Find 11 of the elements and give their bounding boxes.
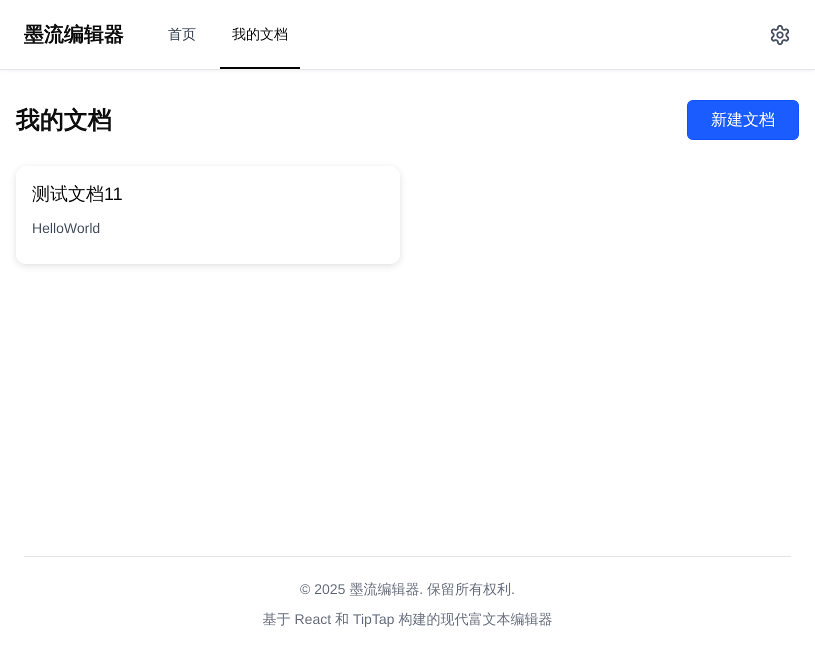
page-title: 我的文档	[16, 106, 112, 136]
footer-tagline: 基于 React 和 TipTap 构建的现代富文本编辑器	[262, 611, 552, 629]
app-logo[interactable]: 墨流编辑器	[24, 21, 124, 48]
new-document-button[interactable]: 新建文档	[687, 100, 799, 140]
settings-icon[interactable]	[769, 24, 791, 46]
document-title: 测试文档11	[32, 183, 124, 206]
document-card[interactable]: 测试文档11 HelloWorld	[16, 166, 400, 264]
nav-tab[interactable]: 首页	[156, 2, 208, 69]
nav-tab[interactable]: 我的文档	[220, 2, 300, 69]
copyright-text: © 2025 墨流编辑器. 保留所有权利.	[300, 581, 515, 599]
document-excerpt: HelloWorld	[32, 220, 102, 236]
